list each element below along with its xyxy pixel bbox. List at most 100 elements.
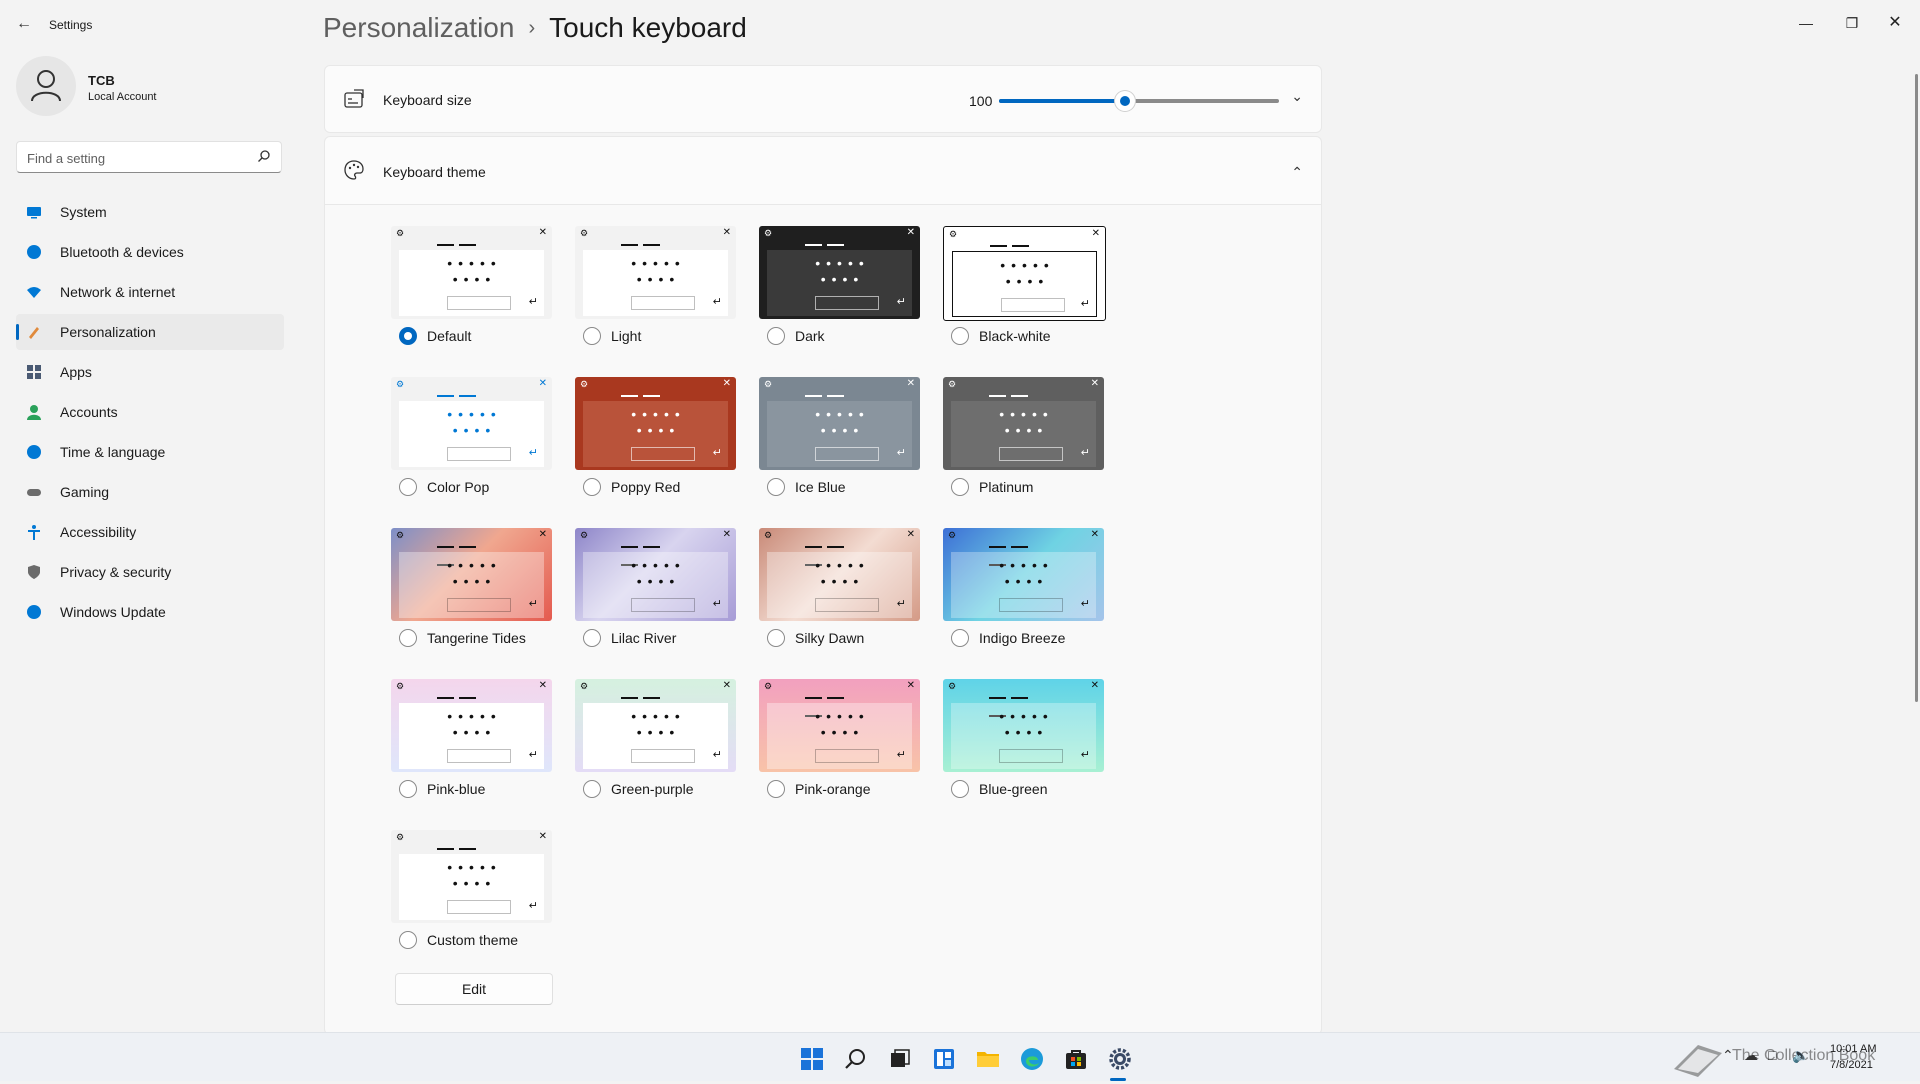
theme-radio[interactable] <box>399 478 417 496</box>
task-view-icon[interactable] <box>880 1041 920 1081</box>
volume-icon[interactable]: 🔈 <box>1792 1047 1809 1064</box>
theme-preview[interactable]: ⚙ ✕ ••••• •••• ↵ <box>391 377 552 470</box>
theme-option-default[interactable]: ⚙ ✕ ••••• •••• ↵ Default <box>391 226 552 345</box>
theme-radio[interactable] <box>767 478 785 496</box>
sidebar-item-gaming[interactable]: Gaming <box>16 474 284 510</box>
clock-time[interactable]: 10:01 AM <box>1830 1043 1876 1055</box>
theme-preview[interactable]: ⚙ ✕ ••••• •••• ↵ <box>575 377 736 470</box>
theme-radio[interactable] <box>951 327 969 345</box>
clock-date[interactable]: 7/8/2021 <box>1830 1059 1873 1071</box>
theme-radio[interactable] <box>951 780 969 798</box>
edit-theme-button[interactable]: Edit <box>395 973 553 1005</box>
sidebar-item-time-language[interactable]: Time & language <box>16 434 284 470</box>
theme-preview[interactable]: ⚙ ✕ ••••• •••• ↵ <box>575 226 736 319</box>
theme-radio[interactable] <box>583 478 601 496</box>
theme-radio[interactable] <box>583 327 601 345</box>
theme-option-green-purple[interactable]: ⚙ ✕ ••••• •••• ↵ Green-purple <box>575 679 736 798</box>
sidebar-item-bluetooth-devices[interactable]: Bluetooth & devices <box>16 234 284 270</box>
search-input[interactable] <box>25 148 249 168</box>
theme-radio[interactable] <box>767 629 785 647</box>
theme-preview[interactable]: ⚙ ✕ ••••• •••• ↵ <box>759 679 920 772</box>
search-icon[interactable] <box>257 149 271 163</box>
sidebar-item-accessibility[interactable]: Accessibility <box>16 514 284 550</box>
edge-icon[interactable] <box>1012 1041 1052 1081</box>
theme-preview[interactable]: ⚙ ✕ ••••• •••• ↵ <box>759 528 920 621</box>
theme-preview[interactable]: ⚙ ✕ ••••• •••• ↵ <box>759 377 920 470</box>
close-icon: ✕ <box>722 227 731 238</box>
theme-preview[interactable]: ⚙ ✕ ••••• •••• ↵ <box>575 528 736 621</box>
scrollbar[interactable] <box>1915 74 1918 702</box>
theme-preview[interactable]: ⚙ ✕ ••••• •••• ↵ <box>943 528 1104 621</box>
sidebar-item-system[interactable]: System <box>16 194 284 230</box>
theme-radio[interactable] <box>399 327 417 345</box>
theme-preview[interactable]: ⚙ ✕ ••••• •••• ↵ <box>943 226 1106 321</box>
theme-option-black-white[interactable]: ⚙ ✕ ••••• •••• ↵ Black-white <box>943 226 1106 345</box>
title-bar: ← Settings — ❐ ✕ <box>0 0 1920 48</box>
theme-preview[interactable]: ⚙ ✕ ••••• •••• ↵ <box>391 226 552 319</box>
theme-option-indigo-breeze[interactable]: ⚙ ✕ ••••• •••• ↵ Indigo Breeze <box>943 528 1104 647</box>
windows-start-icon[interactable] <box>792 1041 832 1081</box>
theme-preview[interactable]: ⚙ ✕ ••••• •••• ↵ <box>391 830 552 923</box>
theme-option-pink-blue[interactable]: ⚙ ✕ ••••• •••• ↵ Pink-blue <box>391 679 552 798</box>
store-icon[interactable] <box>1056 1041 1096 1081</box>
key-row: ••••• <box>631 708 686 724</box>
theme-option-blue-green[interactable]: ⚙ ✕ ••••• •••• ↵ Blue-green <box>943 679 1104 798</box>
theme-preview[interactable]: ⚙ ✕ ••••• •••• ↵ <box>575 679 736 772</box>
theme-radio[interactable] <box>399 780 417 798</box>
widgets-icon[interactable] <box>924 1041 964 1081</box>
cloud-icon[interactable]: ☁ <box>1744 1047 1758 1064</box>
theme-radio[interactable] <box>583 629 601 647</box>
theme-radio[interactable] <box>399 629 417 647</box>
taskbar-search-icon[interactable] <box>836 1041 876 1081</box>
theme-option-pink-orange[interactable]: ⚙ ✕ ••••• •••• ↵ Pink-orange <box>759 679 920 798</box>
theme-option-silky-dawn[interactable]: ⚙ ✕ ••••• •••• ↵ Silky Dawn <box>759 528 920 647</box>
chevron-up-icon[interactable]: ⌃ <box>1722 1047 1734 1064</box>
sidebar-item-accounts[interactable]: Accounts <box>16 394 284 430</box>
theme-option-custom-theme[interactable]: ⚙ ✕ ••••• •••• ↵ Custom theme <box>391 830 552 949</box>
chevron-up-icon[interactable]: ⌃ <box>1291 164 1303 181</box>
theme-option-poppy-red[interactable]: ⚙ ✕ ••••• •••• ↵ Poppy Red <box>575 377 736 496</box>
file-explorer-icon[interactable] <box>968 1041 1008 1081</box>
theme-option-color-pop[interactable]: ⚙ ✕ ••••• •••• ↵ Color Pop <box>391 377 552 496</box>
chevron-down-icon[interactable]: ⌄ <box>1291 88 1303 105</box>
keyboard-theme-header[interactable]: Keyboard theme ⌃ <box>324 136 1322 205</box>
keyboard-size-card[interactable]: Keyboard size 100 ⌄ <box>324 65 1322 133</box>
user-profile[interactable]: TCB Local Account <box>16 56 286 120</box>
sidebar-item-apps[interactable]: Apps <box>16 354 284 390</box>
theme-preview[interactable]: ⚙ ✕ ••••• •••• ↵ <box>391 679 552 772</box>
back-arrow-icon[interactable]: ← <box>12 12 36 36</box>
keyboard-size-slider[interactable] <box>999 91 1279 111</box>
theme-radio[interactable] <box>951 478 969 496</box>
keyboard-size-label: Keyboard size <box>383 92 472 108</box>
breadcrumb-parent[interactable]: Personalization <box>323 12 514 43</box>
enter-icon: ↵ <box>712 749 722 761</box>
theme-option-dark[interactable]: ⚙ ✕ ••••• •••• ↵ Dark <box>759 226 920 345</box>
key-row: ••••• <box>999 406 1054 422</box>
theme-option-light[interactable]: ⚙ ✕ ••••• •••• ↵ Light <box>575 226 736 345</box>
theme-option-lilac-river[interactable]: ⚙ ✕ ••••• •••• ↵ Lilac River <box>575 528 736 647</box>
display-icon[interactable]: □ <box>1768 1047 1776 1063</box>
maximize-button[interactable]: ❐ <box>1837 10 1867 36</box>
theme-option-ice-blue[interactable]: ⚙ ✕ ••••• •••• ↵ Ice Blue <box>759 377 920 496</box>
theme-radio[interactable] <box>583 780 601 798</box>
theme-preview[interactable]: ⚙ ✕ ••••• •••• ↵ <box>759 226 920 319</box>
sidebar-item-personalization[interactable]: Personalization <box>16 314 284 350</box>
theme-preview[interactable]: ⚙ ✕ ••••• •••• ↵ <box>943 377 1104 470</box>
minimize-button[interactable]: — <box>1791 10 1821 36</box>
theme-radio[interactable] <box>399 931 417 949</box>
keyboard-preview: ••••• •••• ↵ <box>951 703 1096 769</box>
close-button[interactable]: ✕ <box>1880 10 1910 36</box>
theme-radio[interactable] <box>767 327 785 345</box>
theme-radio[interactable] <box>951 629 969 647</box>
theme-radio[interactable] <box>767 780 785 798</box>
theme-option-platinum[interactable]: ⚙ ✕ ••••• •••• ↵ Platinum <box>943 377 1104 496</box>
settings-icon[interactable] <box>1100 1041 1140 1081</box>
theme-option-tangerine-tides[interactable]: ⚙ ✕ ••••• •••• ↵ Tangerine Tides <box>391 528 552 647</box>
theme-preview[interactable]: ⚙ ✕ ••••• •••• ↵ <box>943 679 1104 772</box>
theme-preview[interactable]: ⚙ ✕ ••••• •••• ↵ <box>391 528 552 621</box>
search-box[interactable] <box>16 141 282 173</box>
sidebar-item-privacy-security[interactable]: Privacy & security <box>16 554 284 590</box>
sidebar-item-network-internet[interactable]: Network & internet <box>16 274 284 310</box>
sidebar-item-windows-update[interactable]: Windows Update <box>16 594 284 630</box>
slider-thumb[interactable] <box>1115 91 1135 111</box>
